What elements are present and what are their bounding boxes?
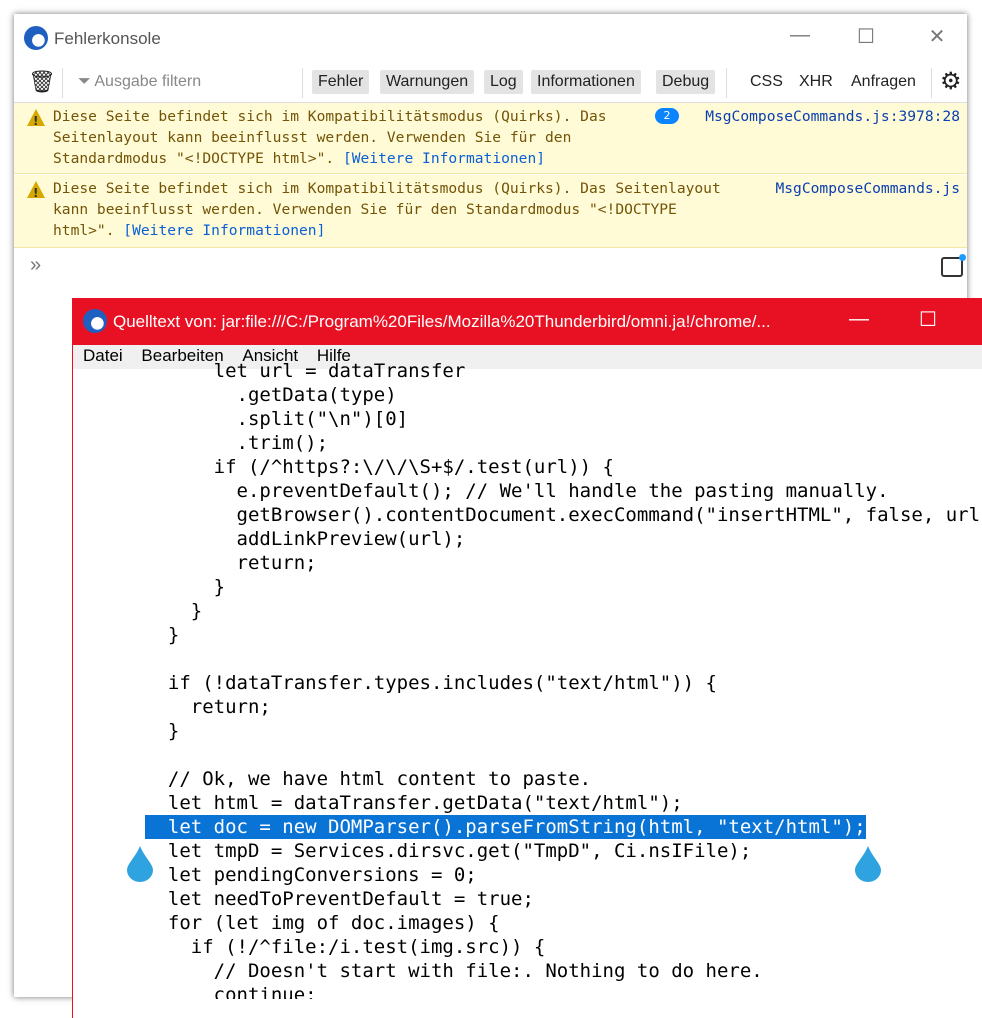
code-line: return; bbox=[145, 551, 982, 575]
more-info-link[interactable]: [Weitere Informationen] bbox=[123, 222, 325, 239]
code-line: getBrowser().contentDocument.execCommand… bbox=[145, 503, 982, 527]
code-text: for (let img of doc.images) { bbox=[145, 912, 500, 934]
thunderbird-logo-icon bbox=[83, 309, 107, 333]
code-line: for (let img of doc.images) { bbox=[145, 911, 982, 935]
code-line: .trim(); bbox=[145, 431, 982, 455]
code-line: if (!dataTransfer.types.includes("text/h… bbox=[145, 671, 982, 695]
code-line: } bbox=[145, 599, 982, 623]
code-line: addLinkPreview(url); bbox=[145, 527, 982, 551]
selection-start-handle[interactable] bbox=[125, 846, 155, 882]
divider bbox=[726, 68, 727, 98]
gear-icon[interactable]: ⚙ bbox=[940, 70, 962, 94]
filter-log[interactable]: Log bbox=[484, 70, 523, 94]
code-line: .split("\n")[0] bbox=[145, 407, 982, 431]
code-text: } bbox=[145, 720, 180, 742]
source-link[interactable]: MsgComposeCommands.js bbox=[775, 178, 960, 199]
code-text: } bbox=[145, 600, 203, 622]
console-message: Diese Seite befindet sich im Kompatibili… bbox=[14, 175, 967, 248]
code-text: } bbox=[145, 576, 226, 598]
repeat-count-badge: 2 bbox=[655, 108, 679, 124]
code-text: return; bbox=[145, 552, 317, 574]
source-code[interactable]: let url = dataTransfer .getData(type) .s… bbox=[145, 359, 982, 999]
code-line: // Doesn't start with file:. Nothing to … bbox=[145, 959, 982, 983]
code-line: continue; bbox=[145, 983, 982, 999]
code-text: let url = dataTransfer bbox=[145, 360, 466, 382]
code-line: } bbox=[145, 719, 982, 743]
minimize-button[interactable]: — bbox=[785, 24, 815, 47]
source-window-title: Quelltext von: jar:file:///C:/Program%20… bbox=[113, 312, 771, 331]
code-line: let needToPreventDefault = true; bbox=[145, 887, 982, 911]
code-line: e.preventDefault(); // We'll handle the … bbox=[145, 479, 982, 503]
thunderbird-logo-icon bbox=[24, 26, 48, 50]
code-text: if (/^https?:\/\/\S+$/.test(url)) { bbox=[145, 456, 614, 478]
more-info-link[interactable]: [Weitere Informationen] bbox=[343, 150, 545, 167]
filter-xhr[interactable]: XHR bbox=[799, 70, 833, 94]
title-bar: Fehlerkonsole — ☐ ✕ bbox=[14, 14, 967, 62]
code-text: let tmpD = Services.dirsvc.get("TmpD", C… bbox=[145, 840, 752, 862]
filter-requests[interactable]: Anfragen bbox=[851, 70, 916, 94]
code-line: let url = dataTransfer bbox=[145, 359, 982, 383]
code-line: } bbox=[145, 623, 982, 647]
console-toolbar: 🗑 ⏷ Ausgabe filtern Fehler Warnungen Log… bbox=[14, 62, 967, 103]
code-line: return; bbox=[145, 695, 982, 719]
source-title-bar: Quelltext von: jar:file:///C:/Program%20… bbox=[73, 298, 982, 345]
code-text: getBrowser().contentDocument.execCommand… bbox=[145, 504, 982, 526]
code-text: // Doesn't start with file:. Nothing to … bbox=[145, 960, 763, 982]
trash-icon[interactable]: 🗑 bbox=[28, 70, 56, 94]
code-line: // Ok, we have html content to paste. bbox=[145, 767, 982, 791]
filter-warnings[interactable]: Warnungen bbox=[380, 70, 475, 94]
code-text: continue; bbox=[145, 984, 317, 999]
minimize-button[interactable]: — bbox=[844, 308, 874, 331]
input-prompt-icon[interactable]: » bbox=[30, 254, 41, 277]
code-text: let needToPreventDefault = true; bbox=[145, 888, 534, 910]
maximize-button[interactable]: ☐ bbox=[851, 24, 881, 49]
code-text: } bbox=[145, 624, 180, 646]
code-line: let doc = new DOMParser().parseFromStrin… bbox=[145, 815, 982, 839]
code-text: .getData(type) bbox=[145, 384, 397, 406]
filter-errors[interactable]: Fehler bbox=[312, 70, 370, 94]
close-button[interactable]: ✕ bbox=[922, 24, 952, 49]
code-line: .getData(type) bbox=[145, 383, 982, 407]
code-text: if (!/^file:/i.test(img.src)) { bbox=[145, 936, 546, 958]
selection-end-handle[interactable] bbox=[853, 846, 883, 882]
code-text: let pendingConversions = 0; bbox=[145, 864, 477, 886]
code-text: .split("\n")[0] bbox=[145, 408, 409, 430]
maximize-button[interactable]: ☐ bbox=[913, 307, 943, 332]
code-text: return; bbox=[145, 696, 271, 718]
menu-file[interactable]: Datei bbox=[83, 346, 123, 365]
warning-icon bbox=[27, 109, 45, 132]
funnel-icon: ⏷ bbox=[78, 73, 91, 90]
code-text: addLinkPreview(url); bbox=[145, 528, 466, 550]
filter-debug[interactable]: Debug bbox=[656, 70, 716, 94]
code-text: e.preventDefault(); // We'll handle the … bbox=[145, 480, 889, 502]
filter-placeholder: Ausgabe filtern bbox=[94, 73, 202, 90]
source-view-window: Quelltext von: jar:file:///C:/Program%20… bbox=[72, 298, 982, 1018]
code-text: .trim(); bbox=[145, 432, 329, 454]
code-line: if (/^https?:\/\/\S+$/.test(url)) { bbox=[145, 455, 982, 479]
divider bbox=[62, 68, 63, 98]
filter-css[interactable]: CSS bbox=[750, 70, 783, 94]
selected-code: let doc = new DOMParser().parseFromStrin… bbox=[145, 815, 866, 839]
warning-icon bbox=[27, 181, 45, 204]
code-line: let html = dataTransfer.getData("text/ht… bbox=[145, 791, 982, 815]
window-title: Fehlerkonsole bbox=[54, 29, 161, 48]
sidebar-toggle-icon[interactable] bbox=[941, 254, 966, 277]
divider bbox=[931, 68, 932, 98]
filter-info[interactable]: Informationen bbox=[531, 70, 641, 94]
divider bbox=[302, 68, 303, 98]
code-line: } bbox=[145, 575, 982, 599]
filter-input[interactable]: ⏷ Ausgabe filtern bbox=[78, 70, 201, 94]
source-link[interactable]: MsgComposeCommands.js:3978:28 bbox=[705, 106, 960, 127]
code-text: let html = dataTransfer.getData("text/ht… bbox=[145, 792, 683, 814]
code-text: // Ok, we have html content to paste. bbox=[145, 768, 592, 790]
code-line: if (!/^file:/i.test(img.src)) { bbox=[145, 935, 982, 959]
code-text: if (!dataTransfer.types.includes("text/h… bbox=[145, 672, 717, 694]
console-message: Diese Seite befindet sich im Kompatibili… bbox=[14, 103, 967, 174]
